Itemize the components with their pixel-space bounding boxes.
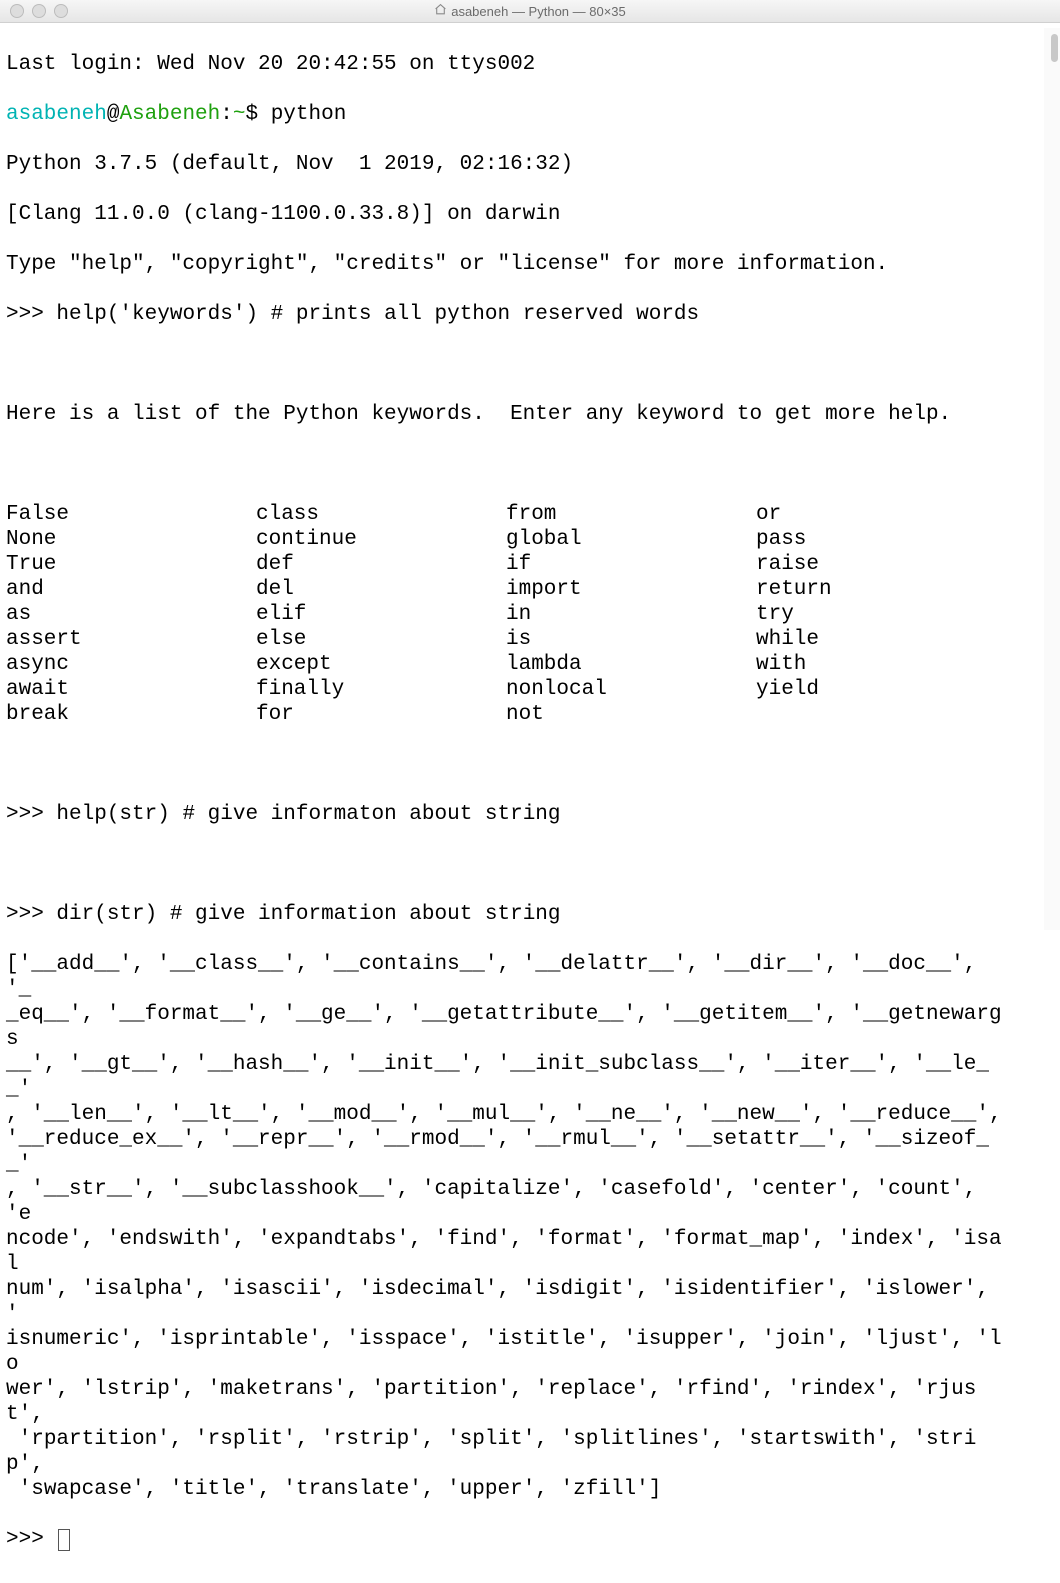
keyword-cell: False xyxy=(6,502,256,527)
dir-output: ['__add__', '__class__', '__contains__',… xyxy=(6,952,1014,1502)
keyword-cell: nonlocal xyxy=(506,677,756,702)
keyword-cell: else xyxy=(256,627,506,652)
keywords-intro: Here is a list of the Python keywords. E… xyxy=(6,402,1054,427)
keyword-cell: None xyxy=(6,527,256,552)
last-login-line: Last login: Wed Nov 20 20:42:55 on ttys0… xyxy=(6,52,1054,77)
blank-line xyxy=(6,752,1054,777)
keyword-cell: or xyxy=(756,502,1006,527)
keyword-cell: global xyxy=(506,527,756,552)
home-icon xyxy=(434,3,447,19)
prompt-at: @ xyxy=(107,103,120,126)
shell-prompt-line: asabeneh@Asabeneh:~$ python xyxy=(6,102,1054,127)
repl-cmd-helpstr: help(str) # give informaton about string xyxy=(56,803,560,826)
keyword-cell: except xyxy=(256,652,506,677)
repl-prompt-empty[interactable]: >>> xyxy=(6,1527,1054,1552)
keyword-cell: yield xyxy=(756,677,1006,702)
keyword-cell: try xyxy=(756,602,1006,627)
repl-line-dirstr: >>> dir(str) # give information about st… xyxy=(6,902,1054,927)
keyword-cell: lambda xyxy=(506,652,756,677)
prompt-sep: : xyxy=(220,103,233,126)
keyword-cell: async xyxy=(6,652,256,677)
keyword-cell: for xyxy=(256,702,506,727)
window-title-text: asabeneh — Python — 80×35 xyxy=(451,4,626,19)
help-hint: Type "help", "copyright", "credits" or "… xyxy=(6,252,1054,277)
keyword-cell: raise xyxy=(756,552,1006,577)
keyword-cell: import xyxy=(506,577,756,602)
keyword-cell: while xyxy=(756,627,1006,652)
repl-prompt: >>> xyxy=(6,903,56,926)
keyword-cell: pass xyxy=(756,527,1006,552)
python-version: Python 3.7.5 (default, Nov 1 2019, 02:16… xyxy=(6,152,1054,177)
scrollbar-thumb[interactable] xyxy=(1051,34,1058,62)
repl-prompt: >>> xyxy=(6,803,56,826)
keyword-cell: class xyxy=(256,502,506,527)
repl-cmd-dirstr: dir(str) # give information about string xyxy=(56,903,560,926)
prompt-path: ~ xyxy=(233,103,246,126)
blank-line xyxy=(6,352,1054,377)
keyword-cell: break xyxy=(6,702,256,727)
keyword-cell: with xyxy=(756,652,1006,677)
keyword-cell: from xyxy=(506,502,756,527)
cursor-icon xyxy=(58,1529,70,1551)
keyword-cell: True xyxy=(6,552,256,577)
keyword-cell: as xyxy=(6,602,256,627)
keyword-cell: del xyxy=(256,577,506,602)
prompt-user: asabeneh xyxy=(6,103,107,126)
keywords-table: Falseclassfromor Nonecontinueglobalpass Tr… xyxy=(6,502,1054,727)
blank-line xyxy=(6,852,1054,877)
keyword-cell: await xyxy=(6,677,256,702)
repl-line-keywords: >>> help('keywords') # prints all python… xyxy=(6,302,1054,327)
keyword-cell: finally xyxy=(256,677,506,702)
keyword-cell: def xyxy=(256,552,506,577)
repl-prompt: >>> xyxy=(6,303,56,326)
prompt-end: $ xyxy=(245,103,270,126)
terminal-content[interactable]: Last login: Wed Nov 20 20:42:55 on ttys0… xyxy=(0,23,1060,1583)
prompt-host: Asabeneh xyxy=(119,103,220,126)
keyword-cell: not xyxy=(506,702,756,727)
repl-cmd-keywords: help('keywords') # prints all python res… xyxy=(56,303,699,326)
window-title: asabeneh — Python — 80×35 xyxy=(0,3,1060,19)
keyword-cell: and xyxy=(6,577,256,602)
keyword-cell: is xyxy=(506,627,756,652)
keyword-cell: if xyxy=(506,552,756,577)
keyword-cell: elif xyxy=(256,602,506,627)
cmd-python: python xyxy=(271,103,347,126)
keyword-cell: in xyxy=(506,602,756,627)
window-titlebar: asabeneh — Python — 80×35 xyxy=(0,0,1060,23)
keyword-cell: return xyxy=(756,577,1006,602)
keyword-cell: continue xyxy=(256,527,506,552)
keyword-cell xyxy=(756,702,1006,727)
scrollbar[interactable] xyxy=(1044,28,1060,930)
repl-prompt: >>> xyxy=(6,1528,56,1551)
repl-line-helpstr: >>> help(str) # give informaton about st… xyxy=(6,802,1054,827)
blank-line xyxy=(6,452,1054,477)
keyword-cell: assert xyxy=(6,627,256,652)
clang-line: [Clang 11.0.0 (clang-1100.0.33.8)] on da… xyxy=(6,202,1054,227)
